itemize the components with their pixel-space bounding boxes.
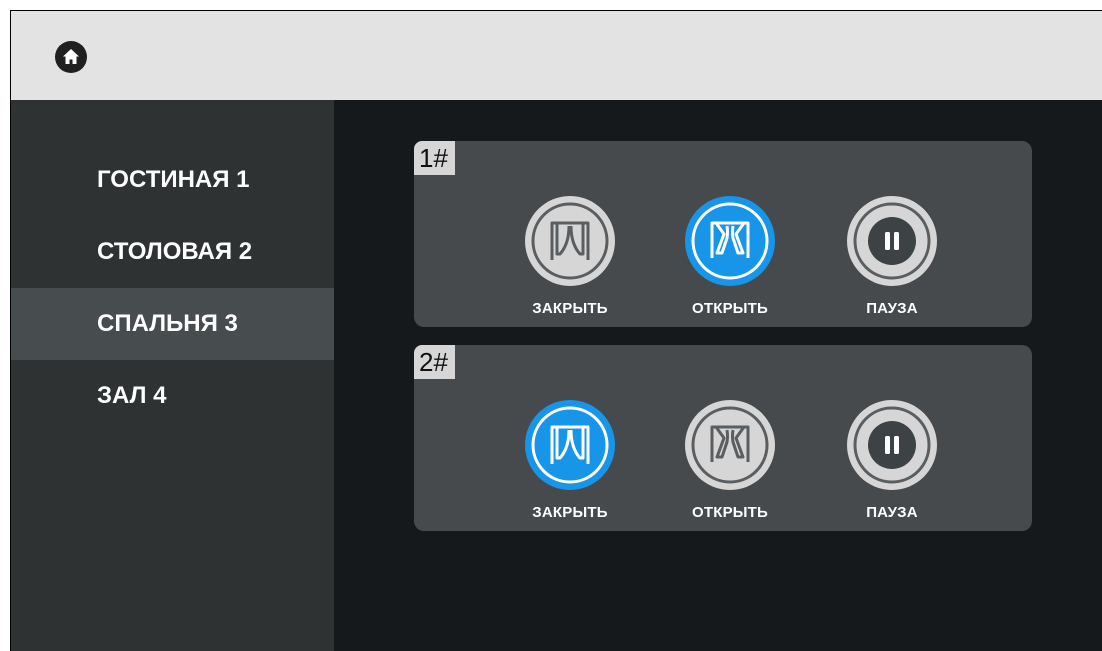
panel-number: 1#: [414, 141, 455, 175]
close-button-circle: [525, 400, 615, 490]
pause-curtain-button[interactable]: ПАУЗА: [832, 196, 952, 317]
pause-icon: [853, 202, 931, 280]
room-label: ЗАЛ 4: [97, 382, 167, 409]
pause-label: ПАУЗА: [866, 300, 918, 317]
close-label: ЗАКРЫТЬ: [532, 300, 608, 317]
sidebar-item-room-1[interactable]: ГОСТИНАЯ 1: [11, 144, 334, 216]
curtain-close-icon: [531, 202, 609, 280]
room-label: ГОСТИНАЯ 1: [97, 166, 250, 193]
open-label: ОТКРЫТЬ: [691, 504, 769, 521]
open-button-circle: [685, 400, 775, 490]
open-label: ОТКРЫТЬ: [691, 300, 769, 317]
pause-curtain-button[interactable]: ПАУЗА: [832, 400, 952, 521]
close-curtain-button[interactable]: ЗАКРЫТЬ: [510, 196, 630, 317]
curtain-open-icon: [691, 202, 769, 280]
sidebar-item-room-3[interactable]: СПАЛЬНЯ 3: [11, 288, 334, 360]
curtain-open-icon: [691, 406, 769, 484]
curtain-panel-1: 1# ЗАКРЫТЬ ОТКРЫТЬ ПАУЗА: [414, 141, 1032, 327]
close-label: ЗАКРЫТЬ: [532, 504, 608, 521]
room-label: СПАЛЬНЯ 3: [97, 310, 238, 337]
curtain-content: 1# ЗАКРЫТЬ ОТКРЫТЬ ПАУЗА 2# ЗАКРЫТЬ ОТКР…: [334, 100, 1102, 651]
pause-button-circle: [847, 196, 937, 286]
open-button-circle: [685, 196, 775, 286]
room-sidebar: ГОСТИНАЯ 1 СТОЛОВАЯ 2 СПАЛЬНЯ 3 ЗАЛ 4: [11, 100, 334, 651]
curtain-close-icon: [531, 406, 609, 484]
pause-label: ПАУЗА: [866, 504, 918, 521]
home-button[interactable]: [55, 41, 87, 73]
home-icon: [63, 49, 79, 64]
sidebar-item-room-4[interactable]: ЗАЛ 4: [11, 360, 334, 432]
close-button-circle: [525, 196, 615, 286]
sidebar-item-room-2[interactable]: СТОЛОВАЯ 2: [11, 216, 334, 288]
close-curtain-button[interactable]: ЗАКРЫТЬ: [510, 400, 630, 521]
open-curtain-button[interactable]: ОТКРЫТЬ: [670, 196, 790, 317]
panel-number: 2#: [414, 345, 455, 379]
room-label: СТОЛОВАЯ 2: [97, 238, 253, 265]
pause-icon: [853, 406, 931, 484]
top-bar: [11, 11, 1102, 100]
screen: ГОСТИНАЯ 1 СТОЛОВАЯ 2 СПАЛЬНЯ 3 ЗАЛ 4 1#: [10, 10, 1102, 651]
curtain-panel-2: 2# ЗАКРЫТЬ ОТКРЫТЬ ПАУЗА: [414, 345, 1032, 531]
open-curtain-button[interactable]: ОТКРЫТЬ: [670, 400, 790, 521]
pause-button-circle: [847, 400, 937, 490]
